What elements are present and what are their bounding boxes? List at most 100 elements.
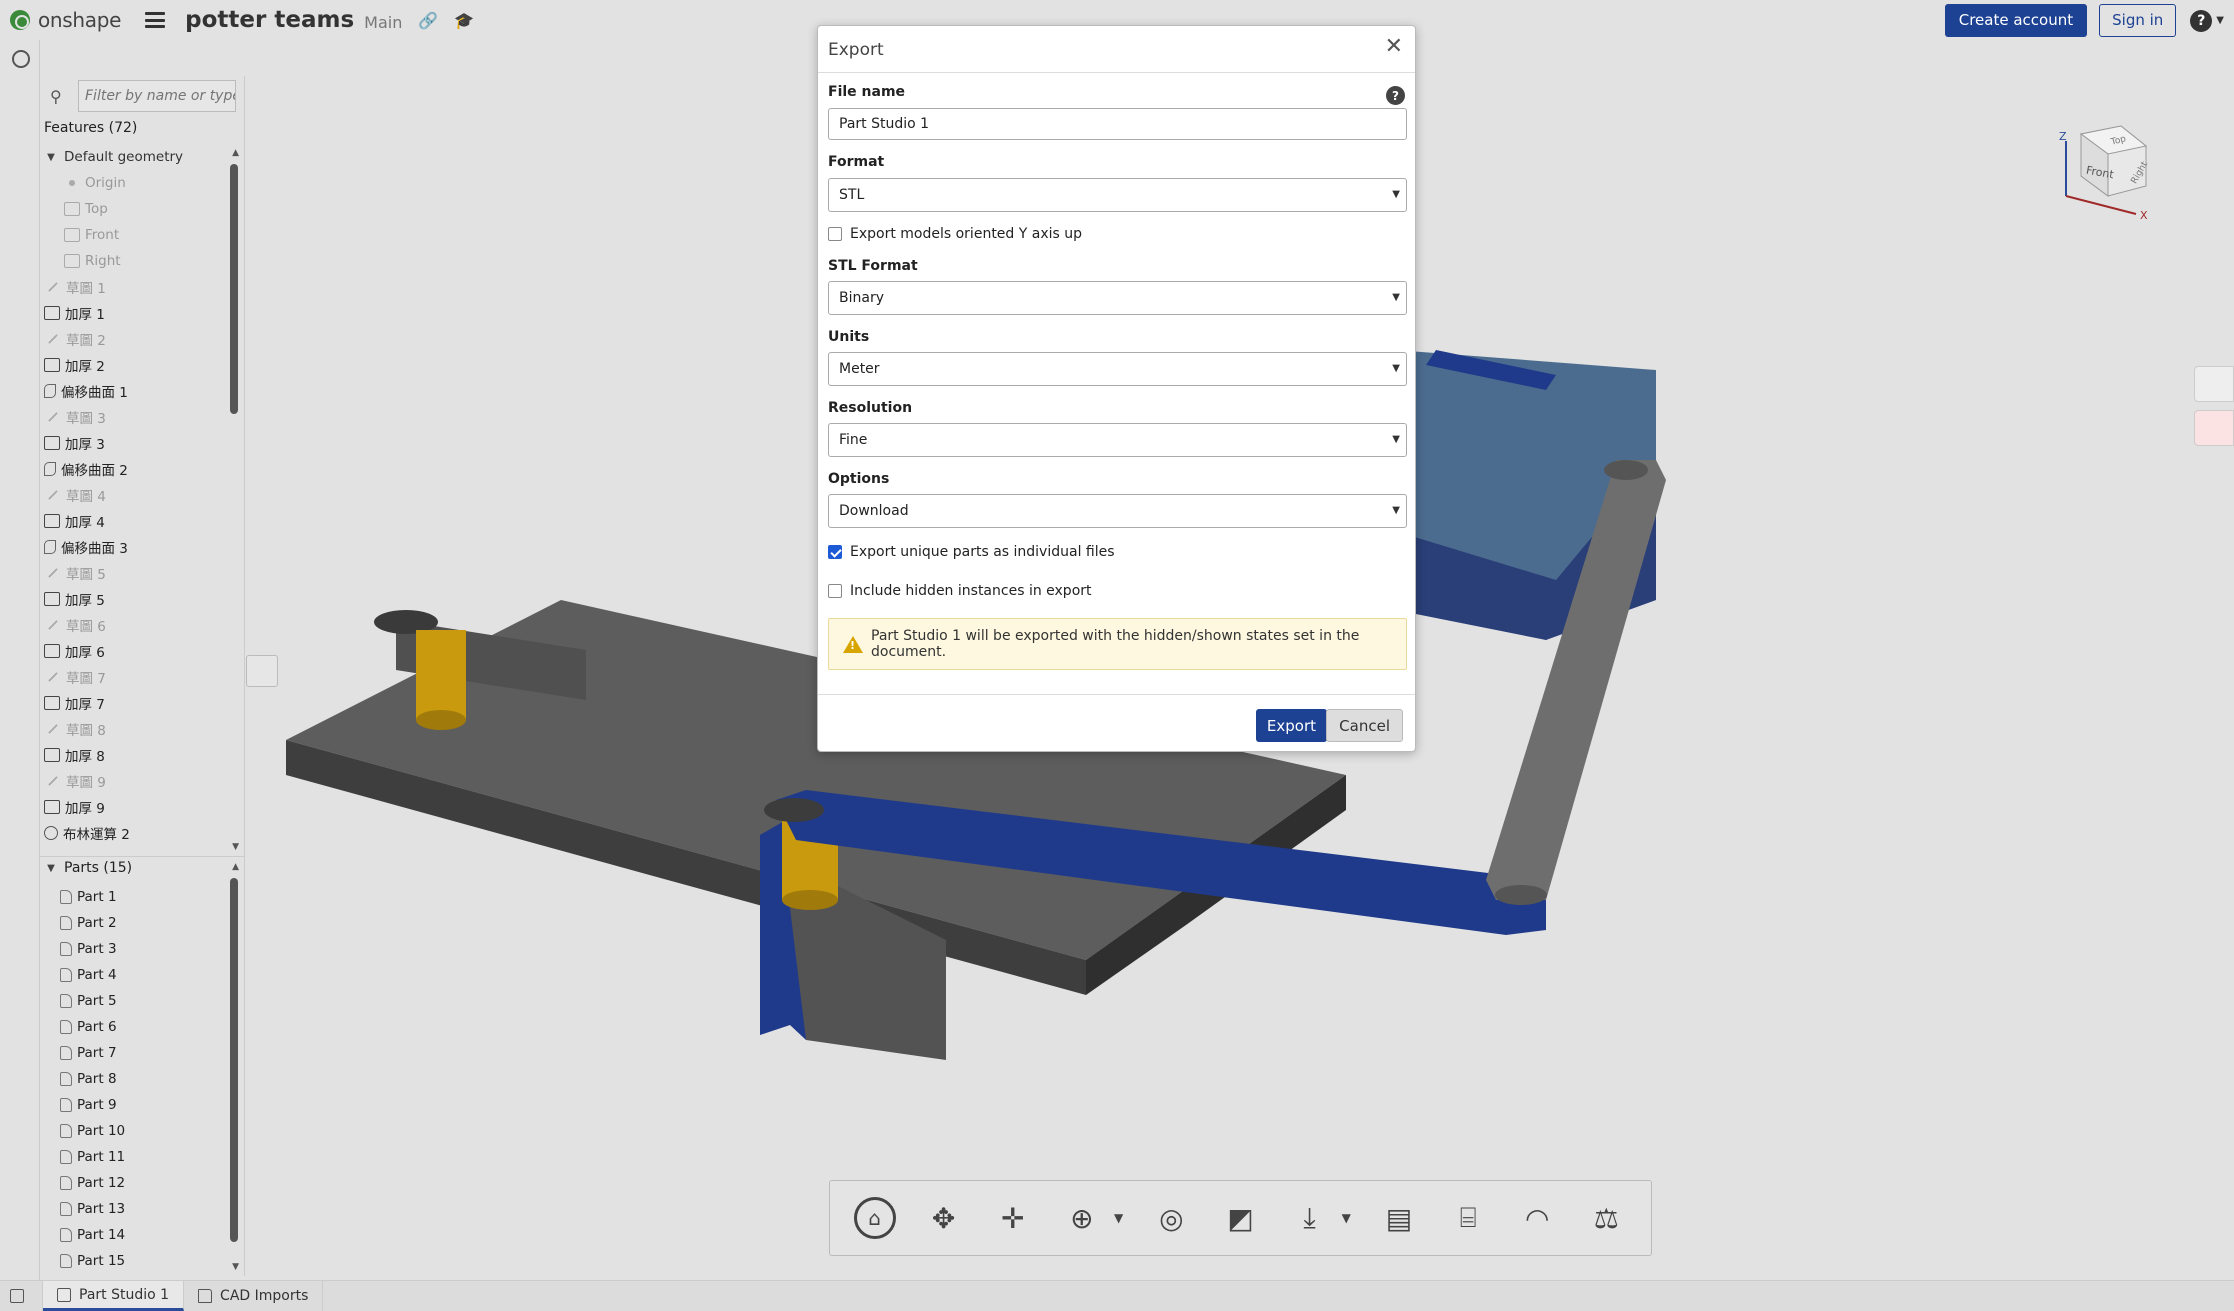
scroll-up-icon[interactable]: ▲ <box>232 148 239 158</box>
export-download-icon[interactable]: ⤓ <box>1289 1197 1331 1239</box>
feature-item[interactable]: 草圖 8 <box>44 716 229 742</box>
feature-item[interactable]: 草圖 4 <box>44 482 229 508</box>
feature-list-toggle-icon[interactable] <box>246 655 278 687</box>
part-item[interactable]: Part 12 <box>44 1170 229 1196</box>
feature-item[interactable]: 草圖 6 <box>44 612 229 638</box>
parts-scroll-up-icon[interactable]: ▲ <box>232 862 239 872</box>
chevron-down-icon[interactable]: ▼ <box>44 863 58 874</box>
help-menu-caret-icon[interactable]: ▼ <box>2216 15 2224 26</box>
cancel-button[interactable]: Cancel <box>1326 709 1403 742</box>
feature-item[interactable]: Front <box>44 222 229 248</box>
hidden-instances-option[interactable]: Include hidden instances in export <box>828 583 1092 599</box>
part-item[interactable]: Part 7 <box>44 1040 229 1066</box>
view-cube[interactable]: Front Top Right Z X <box>2036 96 2166 226</box>
feature-item[interactable]: 布林運算 2 <box>44 820 229 846</box>
feature-item[interactable]: 加厚 1 <box>44 300 229 326</box>
filter-icon[interactable]: ⚲ <box>50 87 68 106</box>
section-view-icon[interactable]: ◎ <box>1150 1197 1192 1239</box>
options-select[interactable]: Download ▼ <box>828 494 1407 528</box>
feature-item[interactable]: 草圖 9 <box>44 768 229 794</box>
file-name-input[interactable]: Part Studio 1 <box>828 108 1407 140</box>
feature-item[interactable]: 加厚 2 <box>44 352 229 378</box>
feature-item[interactable]: 加厚 6 <box>44 638 229 664</box>
feature-item[interactable]: 加厚 8 <box>44 742 229 768</box>
export-button[interactable]: Export <box>1255 709 1327 742</box>
parts-header[interactable]: ▼ Parts (15) <box>44 860 132 876</box>
part-item[interactable]: Part 4 <box>44 962 229 988</box>
side-panel-toggle-icon[interactable] <box>2194 366 2234 402</box>
feature-item[interactable]: 偏移曲面 3 <box>44 534 229 560</box>
export-caret-icon[interactable]: ▼ <box>1342 1211 1351 1225</box>
display-mode-icon[interactable]: ◩ <box>1219 1197 1261 1239</box>
feature-item[interactable]: Right <box>44 248 229 274</box>
feature-item[interactable]: 加厚 9 <box>44 794 229 820</box>
filter-input[interactable] <box>78 80 236 112</box>
feature-item[interactable]: Top <box>44 196 229 222</box>
print-icon[interactable]: ▤ <box>1378 1197 1420 1239</box>
part-item[interactable]: Part 8 <box>44 1066 229 1092</box>
tab-cad-imports[interactable]: CAD Imports <box>184 1281 324 1311</box>
zoom-caret-icon[interactable]: ▼ <box>1114 1211 1123 1225</box>
feature-item[interactable]: 加厚 4 <box>44 508 229 534</box>
resolution-select[interactable]: Fine ▼ <box>828 423 1407 457</box>
units-select[interactable]: Meter ▼ <box>828 352 1407 386</box>
feature-item[interactable]: 偏移曲面 1 <box>44 378 229 404</box>
part-item[interactable]: Part 1 <box>44 884 229 910</box>
feature-item[interactable]: 草圖 1 <box>44 274 229 300</box>
feature-item[interactable]: Origin <box>44 170 229 196</box>
zoom-icon[interactable]: ⊕ <box>1061 1197 1103 1239</box>
mass-properties-icon[interactable]: ⚖ <box>1585 1197 1627 1239</box>
feature-list-scrollbar[interactable] <box>230 164 238 414</box>
branch-name[interactable]: Main <box>364 13 402 32</box>
feature-item[interactable]: 草圖 7 <box>44 664 229 690</box>
part-item[interactable]: Part 13 <box>44 1196 229 1222</box>
parts-scroll-down-icon[interactable]: ▼ <box>232 1262 239 1272</box>
part-item[interactable]: Part 5 <box>44 988 229 1014</box>
feature-item[interactable]: 草圖 3 <box>44 404 229 430</box>
view-rotate-icon[interactable]: ✥ <box>923 1197 965 1239</box>
feature-item[interactable]: 加厚 3 <box>44 430 229 456</box>
part-item[interactable]: Part 14 <box>44 1222 229 1248</box>
part-item[interactable]: Part 15 <box>44 1248 229 1274</box>
part-item[interactable]: Part 11 <box>44 1144 229 1170</box>
part-item[interactable]: Part 10 <box>44 1118 229 1144</box>
home-icon[interactable]: ⌂ <box>853 1197 896 1239</box>
unique-parts-option[interactable]: Export unique parts as individual files <box>828 544 1115 560</box>
help-icon[interactable]: ? <box>2190 9 2213 32</box>
hidden-instances-checkbox[interactable] <box>828 584 842 598</box>
scroll-down-icon[interactable]: ▼ <box>232 842 239 852</box>
feature-item[interactable]: 偏移曲面 2 <box>44 456 229 482</box>
part-item[interactable]: Part 3 <box>44 936 229 962</box>
protractor-icon[interactable]: ◠ <box>1516 1197 1558 1239</box>
unique-parts-checkbox[interactable] <box>828 545 842 559</box>
chevron-down-icon[interactable]: ▼ <box>44 152 58 163</box>
format-select[interactable]: STL ▼ <box>828 178 1407 212</box>
y-axis-up-checkbox[interactable] <box>828 227 842 241</box>
tab-manager-icon[interactable] <box>0 1281 43 1311</box>
feature-item[interactable]: 加厚 7 <box>44 690 229 716</box>
document-title[interactable]: potter teams <box>185 7 354 33</box>
feature-group-default-geometry[interactable]: ▼ Default geometry <box>44 144 229 170</box>
onshape-logo-icon[interactable] <box>10 10 30 30</box>
part-item[interactable]: Part 9 <box>44 1092 229 1118</box>
pan-icon[interactable]: ✛ <box>992 1197 1034 1239</box>
tab-part-studio-1[interactable]: Part Studio 1 <box>43 1281 185 1311</box>
feature-item[interactable]: 草圖 5 <box>44 560 229 586</box>
feature-item[interactable]: 草圖 2 <box>44 326 229 352</box>
measure-tape-icon[interactable]: ⌸ <box>1447 1197 1489 1239</box>
close-icon[interactable]: ✕ <box>1385 36 1403 58</box>
learning-center-icon[interactable]: 🎓 <box>454 11 474 30</box>
stl-format-select[interactable]: Binary ▼ <box>828 281 1407 315</box>
appearance-panel-icon[interactable] <box>2194 410 2234 446</box>
y-axis-up-option[interactable]: Export models oriented Y axis up <box>828 226 1082 242</box>
sign-in-button[interactable]: Sign in <box>2099 4 2177 37</box>
part-item[interactable]: Part 6 <box>44 1014 229 1040</box>
hamburger-menu-icon[interactable] <box>145 12 166 28</box>
part-item[interactable]: Part 2 <box>44 910 229 936</box>
help-icon[interactable]: ? <box>1386 86 1405 105</box>
feature-item[interactable]: 加厚 5 <box>44 586 229 612</box>
parts-list-scrollbar[interactable] <box>230 878 238 1242</box>
brand-name[interactable]: onshape <box>38 8 121 32</box>
history-icon[interactable] <box>12 50 30 68</box>
create-account-button[interactable]: Create account <box>1944 4 2088 37</box>
